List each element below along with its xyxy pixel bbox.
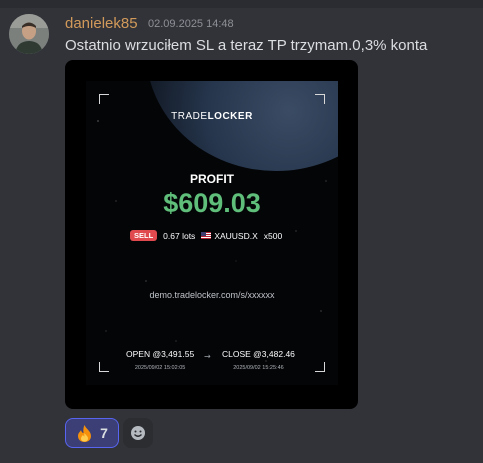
leverage-value: x500 [263,230,283,241]
pair-symbol: XAUUSD.X [214,230,258,241]
brand-part2: LOCKER [207,111,253,122]
fire-icon [78,424,92,442]
close-block: CLOSE @3,482.46 2025/09/02 15:25:46 [222,349,295,371]
trade-image-attachment[interactable]: TRADELOCKER PROFIT $609.03 SELL 0.67 lot… [65,60,358,409]
add-reaction-icon [131,426,145,440]
lots-value: 0.67 lots [163,230,196,241]
arrow-right-icon: → [204,352,211,361]
close-time: 2025/09/02 15:25:46 [233,365,284,371]
add-reaction-button[interactable] [123,418,153,448]
pair-group: XAUUSD.X [201,230,258,241]
open-price: OPEN @3,491.55 [126,349,195,359]
corner-bracket [315,94,325,104]
message-text: Ostatnio wrzuciłem SL a teraz TP trzymam… [65,37,428,54]
close-price: CLOSE @3,482.46 [222,349,295,359]
corner-bracket [99,94,109,104]
reactions-bar: 7 [65,418,153,448]
profit-value: $609.03 [163,188,261,218]
message-timestamp: 02.09.2025 14:48 [148,18,234,30]
share-link: demo.tradelocker.com/s/xxxxxx [149,290,275,300]
us-flag-icon [201,232,212,239]
sell-badge: SELL [130,230,158,241]
corner-bracket [99,362,109,372]
trade-card: TRADELOCKER PROFIT $609.03 SELL 0.67 lot… [86,81,338,385]
brand-part1: TRADE [171,111,208,122]
avatar-image [9,14,49,54]
corner-bracket [315,362,325,372]
avatar[interactable] [9,14,49,54]
reaction-count: 7 [100,425,108,441]
username[interactable]: danielek85 [65,15,138,32]
reaction-fire[interactable]: 7 [65,418,119,448]
tradelocker-logo: TRADELOCKER [86,111,338,122]
profit-label: PROFIT [190,172,234,186]
open-block: OPEN @3,491.55 2025/09/02 15:02:05 [126,349,194,371]
open-time: 2025/09/02 15:02:05 [134,365,186,371]
top-strip [0,0,483,8]
trade-details: SELL 0.67 lots XAUUSD.X x500 [130,229,282,242]
